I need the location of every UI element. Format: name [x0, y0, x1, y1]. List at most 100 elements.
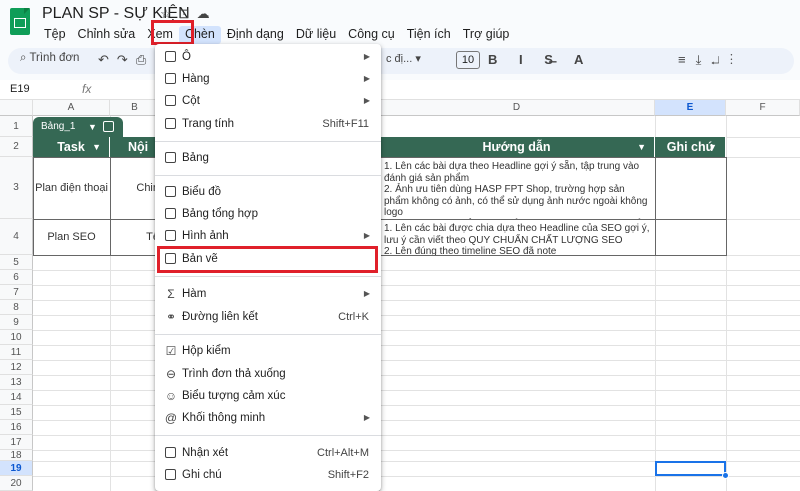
menu-item-function[interactable]: Σ Hàm ▶ — [155, 283, 381, 305]
menu-item-label: Cột — [182, 95, 200, 107]
menu-item-smart-chip[interactable]: @ Khối thông minh ▶ — [155, 407, 381, 429]
table-header-guide[interactable]: Hướng dẫn ▼ — [379, 137, 655, 157]
menu-item-shortcut: Shift+F2 — [327, 469, 369, 481]
note-icon — [165, 469, 176, 480]
menu-separator — [155, 435, 381, 436]
column-header-b[interactable]: B — [110, 100, 160, 116]
star-icon[interactable]: ☆ — [160, 6, 179, 21]
menu-item-image[interactable]: Hình ảnh ▶ — [155, 225, 381, 247]
row-header-16[interactable]: 16 — [0, 420, 33, 435]
wrap-icon[interactable]: ↵ — [711, 52, 730, 67]
undo-redo-group: ↶↷⎙ — [98, 52, 154, 68]
table-view-icon[interactable] — [103, 121, 114, 132]
font-size-input[interactable]: 10 — [456, 51, 480, 69]
text-format-buttons[interactable]: B I S̶ A — [488, 52, 592, 67]
menu-tools[interactable]: Công cụ — [342, 26, 401, 44]
menu-item-dropdown[interactable]: ⊖ Trình đơn thả xuống — [155, 363, 381, 385]
cell-reference[interactable]: E19 — [10, 83, 30, 95]
grid-line — [33, 285, 800, 286]
fill-handle[interactable] — [722, 472, 729, 479]
menu-item-note[interactable]: Ghi chú Shift+F2 — [155, 464, 381, 486]
move-folder-icon[interactable]: ⊡ — [179, 6, 197, 21]
row-header-9[interactable]: 9 — [0, 315, 33, 330]
chevron-down-icon: ▾ — [415, 53, 421, 65]
menu-item-label: Trình đơn thả xuống — [182, 368, 286, 380]
row-header-15[interactable]: 15 — [0, 405, 33, 420]
row-header-3[interactable]: 3 — [0, 157, 33, 219]
menu-item-shortcut: Ctrl+K — [338, 311, 369, 323]
row-header-12[interactable]: 12 — [0, 360, 33, 375]
selected-cell-e19[interactable] — [655, 461, 726, 476]
menu-separator — [155, 141, 381, 142]
column-header-f[interactable]: F — [726, 100, 800, 116]
chevron-down-icon[interactable]: ▼ — [637, 137, 646, 157]
menu-item-link[interactable]: ⚭ Đường liên kết Ctrl+K — [155, 306, 381, 328]
menu-help[interactable]: Trợ giúp — [457, 26, 516, 44]
table-name: Bảng_1 — [41, 121, 76, 132]
chevron-down-icon[interactable]: ▼ — [92, 137, 101, 157]
menu-item-table[interactable]: Bảng — [155, 147, 381, 169]
grid-line — [33, 390, 800, 391]
column-header-a[interactable]: A — [33, 100, 110, 116]
grid-line — [33, 330, 800, 331]
font-select[interactable]: c đị... ▾ — [386, 52, 421, 65]
menu-item-emoji[interactable]: ☺ Biểu tượng cảm xúc — [155, 385, 381, 407]
menu-item-label: Biểu đồ — [182, 186, 222, 198]
table-col-divider — [110, 157, 111, 255]
row-header-4[interactable]: 4 — [0, 219, 33, 255]
chevron-down-icon[interactable]: ▼ — [88, 117, 97, 137]
chevron-down-icon[interactable]: ▼ — [708, 137, 717, 157]
row-header-17[interactable]: 17 — [0, 435, 33, 450]
menu-item-comment[interactable]: Nhận xét Ctrl+Alt+M — [155, 442, 381, 464]
menu-search-label: Trình đơn — [29, 52, 80, 64]
table-header-content[interactable]: Nội d — [110, 137, 160, 174]
menu-edit[interactable]: Chỉnh sửa — [72, 26, 142, 44]
row-header-11[interactable]: 11 — [0, 345, 33, 360]
row-header-6[interactable]: 6 — [0, 270, 33, 285]
align-buttons: ≡⤓↵⋮ — [678, 52, 743, 68]
redo-icon[interactable]: ↷ — [117, 52, 136, 67]
menu-item-label: Hàng — [182, 73, 210, 85]
checkbox-icon: ☑ — [165, 344, 177, 358]
menu-file[interactable]: Tệp — [38, 26, 72, 44]
sheets-logo-icon[interactable] — [10, 8, 30, 35]
menu-item-checkbox[interactable]: ☑ Hộp kiểm — [155, 340, 381, 362]
row-header-14[interactable]: 14 — [0, 390, 33, 405]
table-name-tab[interactable]: Bảng_1 ▼ — [33, 117, 123, 137]
column-header-d[interactable]: D — [379, 100, 655, 116]
row-header-5[interactable]: 5 — [0, 255, 33, 270]
row-header-10[interactable]: 10 — [0, 330, 33, 345]
row-header-18[interactable]: 18 — [0, 450, 33, 461]
row-header-13[interactable]: 13 — [0, 375, 33, 390]
row-header-7[interactable]: 7 — [0, 285, 33, 300]
menu-item-column[interactable]: Cột ▶ — [155, 90, 381, 112]
menu-search[interactable]: ⌕ Trình đơn — [20, 52, 79, 65]
row-header-1[interactable]: 1 — [0, 116, 33, 137]
chevron-right-icon: ▶ — [363, 413, 370, 422]
row-header-8[interactable]: 8 — [0, 300, 33, 315]
column-header-e[interactable]: E — [655, 100, 726, 116]
menu-item-label: Biểu tượng cảm xúc — [182, 390, 286, 402]
table-header-note[interactable]: Ghi chú ▼ — [655, 137, 726, 157]
row-header-2[interactable]: 2 — [0, 137, 33, 157]
menu-format[interactable]: Định dạng — [221, 26, 290, 44]
menu-item-pivot-table[interactable]: Bảng tổng hợp — [155, 203, 381, 225]
table-header-task[interactable]: Task ▼ — [33, 137, 110, 157]
menu-extensions[interactable]: Tiện ích — [401, 26, 457, 44]
undo-icon[interactable]: ↶ — [98, 52, 117, 67]
menu-item-row[interactable]: Hàng ▶ — [155, 68, 381, 90]
valign-icon[interactable]: ⤓ — [696, 52, 712, 67]
select-all-corner[interactable] — [0, 100, 33, 116]
menu-item-sheet[interactable]: Trang tính Shift+F11 — [155, 113, 381, 135]
print-icon[interactable]: ⎙ — [136, 52, 154, 67]
more-icon[interactable]: ⋮ — [730, 52, 743, 67]
formula-bar: E19 fx — [0, 80, 800, 100]
row-header-20[interactable]: 20 — [0, 476, 33, 491]
menu-data[interactable]: Dữ liệu — [290, 26, 342, 44]
align-icon[interactable]: ≡ — [678, 52, 696, 67]
menu-item-chart[interactable]: Biểu đồ — [155, 181, 381, 203]
chevron-right-icon: ▶ — [363, 231, 370, 240]
row-header-19[interactable]: 19 — [0, 461, 33, 476]
menu-item-cell[interactable]: Ô ▶ — [155, 46, 381, 68]
cloud-status-icon[interactable]: ☁ — [197, 6, 217, 21]
